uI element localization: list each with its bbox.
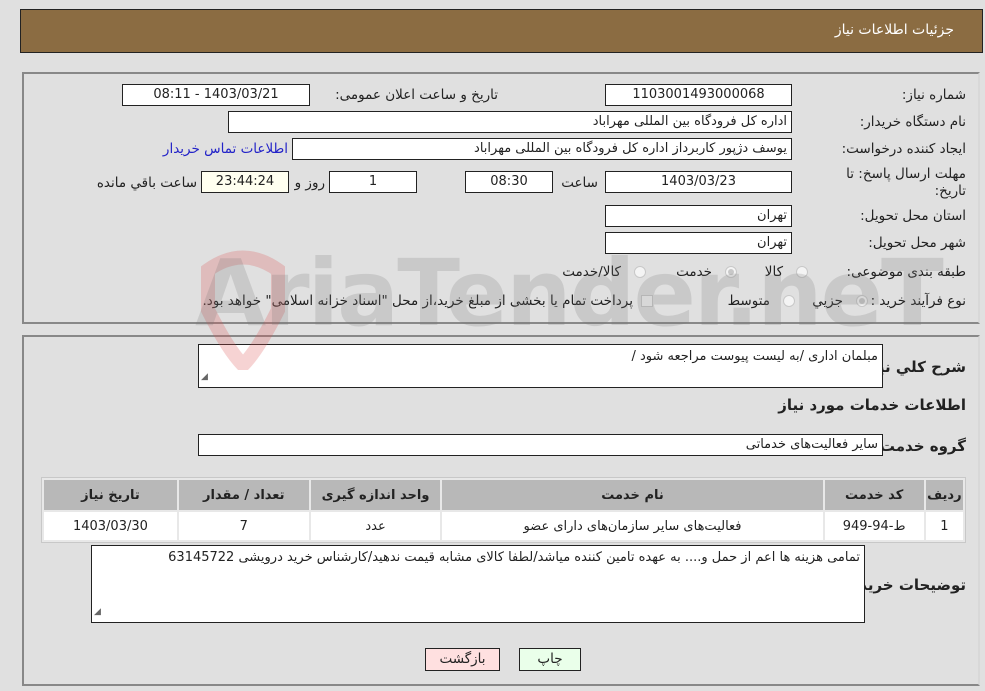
table-header-row: ردیف کد خدمت نام خدمت واحد اندازه گیری ت… [44,480,963,510]
resize-grip-icon[interactable]: ◢ [201,369,208,386]
need-info-panel: شماره نیاز: 1103001493000068 تاریخ و ساع… [22,72,980,324]
buyer-org-field[interactable]: اداره کل فرودگاه بین المللی مهراباد [228,111,792,133]
process-option-minor: جزيي [812,293,843,309]
col-header-service-name: نام خدمت [442,480,823,510]
process-option-medium: متوسط [727,293,770,309]
col-header-quantity: تعداد / مقدار [178,480,309,510]
page-title: جزئیات اطلاعات نیاز [834,22,954,38]
col-header-need-date: تاریخ نیاز [44,480,177,510]
buyer-org-label: نام دستگاه خریدار: [859,114,966,130]
category-option-goods-service: کالا/خدمت [562,264,621,280]
province-field[interactable]: تهران [605,205,792,227]
cell-quantity: 7 [178,512,309,540]
print-button[interactable]: چاپ [519,648,581,671]
cell-row-number: 1 [925,512,963,540]
category-radio-goods[interactable] [796,266,808,278]
deadline-time-field[interactable]: 08:30 [465,171,553,193]
days-label: روز و [294,175,325,191]
category-radio-service[interactable] [725,266,737,278]
announce-datetime-field[interactable]: 1403/03/21 - 08:11 [122,84,310,106]
description-text: مبلمان اداری /به لیست پیوست مراجعه شود / [631,349,878,364]
service-group-label: گروه خدمت: [873,437,966,455]
services-table: ردیف کد خدمت نام خدمت واحد اندازه گیری ت… [41,477,966,543]
process-label: نوع فرآیند خرید : [870,293,966,309]
deadline-time-label: ساعت [561,175,598,191]
resize-grip-icon[interactable]: ◢ [94,604,101,621]
buyer-notes-text: تمامی هزینه ها اعم از حمل و.... به عهده … [168,550,860,565]
days-field[interactable]: 1 [329,171,417,193]
col-header-service-code: کد خدمت [824,480,924,510]
need-details-panel: شرح کلي نياز: مبلمان اداری /به لیست پیوس… [22,335,980,686]
cell-service-name: فعالیت‌های سایر سازمان‌های دارای عضو [442,512,823,540]
back-button[interactable]: بازگشت [425,648,500,671]
cell-need-date: 1403/03/30 [44,512,177,540]
deadline-date-field[interactable]: 1403/03/23 [605,171,792,193]
province-label: استان محل تحویل: [860,208,966,224]
table-row: 1 ط-94-949 فعالیت‌های سایر سازمان‌های دا… [44,512,963,540]
process-radio-minor[interactable] [856,295,868,307]
category-option-service: خدمت [676,264,712,280]
process-radio-medium[interactable] [783,295,795,307]
city-field[interactable]: تهران [605,232,792,254]
category-label: طبقه بندی موضوعی: [846,264,966,280]
page-header: جزئیات اطلاعات نیاز [20,9,983,53]
remaining-time-field: 23:44:24 [201,171,289,193]
announce-label: تاریخ و ساعت اعلان عمومی: [335,87,498,103]
city-label: شهر محل تحویل: [868,235,966,251]
buyer-contact-link[interactable]: اطلاعات تماس خریدار [163,141,288,157]
creator-label: ایجاد کننده درخواست: [841,141,966,157]
need-number-label: شماره نیاز: [901,87,966,103]
treasury-checkbox[interactable] [641,295,653,307]
category-option-goods: کالا [764,264,783,280]
category-radio-goods-service[interactable] [634,266,646,278]
cell-service-code: ط-94-949 [824,512,924,540]
treasury-note: پرداخت تمام یا بخشی از مبلغ خرید،از محل … [202,293,633,309]
deadline-label: مهلت ارسال پاسخ: تا تاریخ: [846,166,966,199]
col-header-unit: واحد اندازه گیری [310,480,441,510]
remaining-label: ساعت باقي مانده [96,175,197,191]
service-group-field[interactable]: سایر فعالیت‌های خدماتی [198,434,883,456]
col-header-row-number: ردیف [925,480,963,510]
services-heading: اطلاعات خدمات مورد نياز [778,396,966,414]
description-textarea[interactable]: مبلمان اداری /به لیست پیوست مراجعه شود /… [198,344,883,388]
buyer-notes-textarea[interactable]: تمامی هزینه ها اعم از حمل و.... به عهده … [91,545,865,623]
creator-field[interactable]: یوسف دژپور کاربرداز اداره کل فرودگاه بین… [292,138,792,160]
cell-unit: عدد [310,512,441,540]
need-number-field[interactable]: 1103001493000068 [605,84,792,106]
